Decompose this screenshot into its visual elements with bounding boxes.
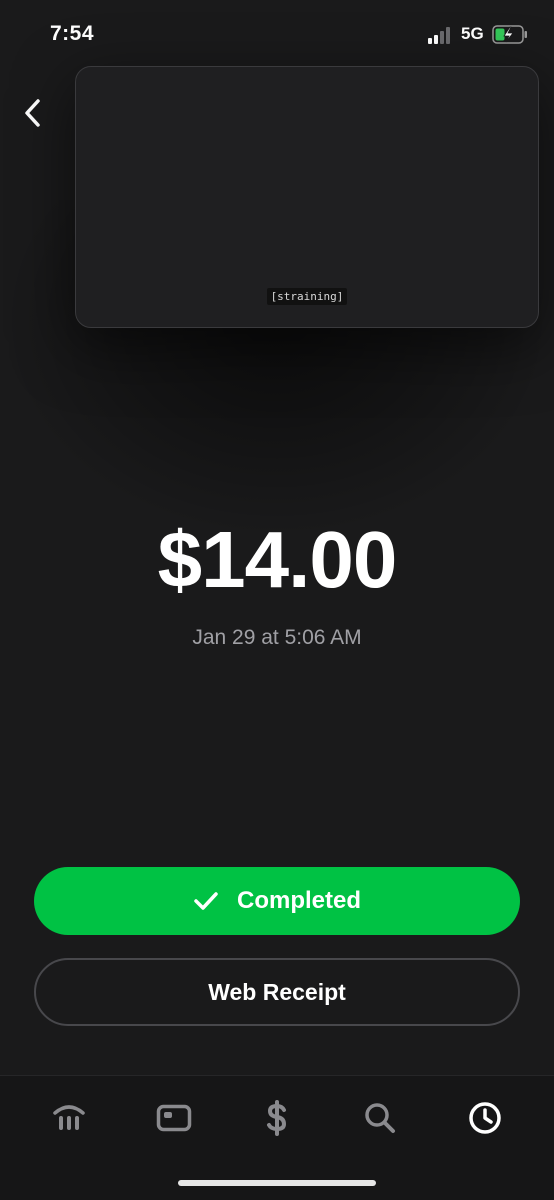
- bank-icon: [53, 1105, 85, 1130]
- network-label: 5G: [461, 24, 484, 43]
- tab-card[interactable]: [152, 1096, 196, 1140]
- clock-icon: [469, 1102, 501, 1134]
- back-button[interactable]: [14, 94, 52, 132]
- home-indicator: [178, 1180, 376, 1186]
- checkmark-icon: [194, 892, 218, 910]
- battery-icon: [492, 25, 528, 44]
- signal-icon: [428, 26, 454, 44]
- web-receipt-label: Web Receipt: [208, 978, 346, 1005]
- chevron-left-icon: [25, 99, 40, 127]
- media-card[interactable]: [straining]: [75, 66, 539, 328]
- status-bar: 7:54 5G: [0, 0, 554, 70]
- card-icon: [156, 1104, 192, 1132]
- search-icon: [365, 1103, 395, 1133]
- payment-date: Jan 29 at 5:06 AM: [192, 626, 362, 649]
- completed-label: Completed: [236, 887, 361, 914]
- completed-button[interactable]: Completed: [34, 867, 520, 935]
- dollar-icon: [267, 1100, 287, 1136]
- tab-activity[interactable]: [463, 1096, 507, 1140]
- media-caption: [straining]: [76, 287, 538, 305]
- status-time: 7:54: [50, 22, 95, 45]
- payment-amount: $14.00: [157, 515, 398, 604]
- tab-banking[interactable]: [47, 1096, 91, 1140]
- tab-money[interactable]: [255, 1096, 299, 1140]
- media-caption-text: [straining]: [266, 288, 348, 305]
- tab-search[interactable]: [358, 1096, 402, 1140]
- web-receipt-button[interactable]: Web Receipt: [34, 958, 520, 1026]
